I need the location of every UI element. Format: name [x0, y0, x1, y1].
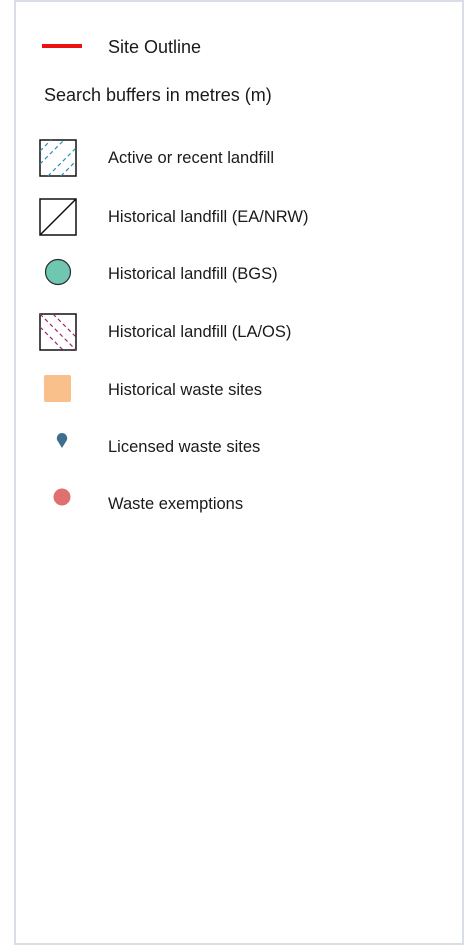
legend-item-label: Historical landfill (EA/NRW)	[108, 208, 309, 226]
legend-item-label: Historical landfill (LA/OS)	[108, 323, 292, 341]
legend-item-label: Historical waste sites	[108, 381, 263, 399]
legend-item-label: Active or recent landfill	[108, 149, 274, 167]
search-buffers-note: Search buffers in metres (m)	[44, 85, 272, 105]
site-outline-line-icon	[42, 44, 82, 48]
hatched-square-blue-icon	[39, 139, 77, 177]
legend-item-label: Historical landfill (BGS)	[108, 265, 278, 283]
legend-item-label: Waste exemptions	[108, 495, 244, 513]
diagonal-square-black-icon	[39, 198, 77, 236]
orange-square-icon	[44, 375, 71, 402]
teal-circle-icon	[44, 258, 72, 286]
map-legend-panel: Site Outline Search buffers in metres (m…	[14, 0, 464, 945]
red-dot-icon	[53, 488, 71, 506]
hatched-square-purple-icon	[39, 313, 77, 351]
legend-item-label: Licensed waste sites	[108, 438, 261, 456]
site-outline-label: Site Outline	[108, 37, 202, 57]
teardrop-pin-icon	[56, 433, 68, 448]
